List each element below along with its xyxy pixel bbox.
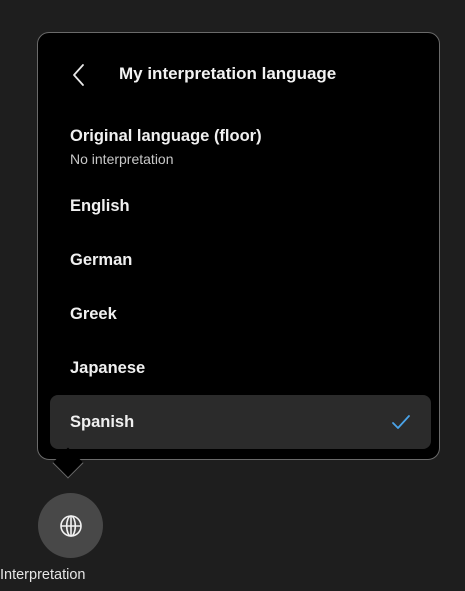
language-option-label: Spanish [70, 412, 135, 431]
language-option-german[interactable]: German [50, 233, 431, 287]
app-stage: My interpretation language Original lang… [0, 0, 465, 591]
language-option-sublabel: No interpretation [70, 151, 174, 167]
back-button[interactable] [66, 61, 92, 89]
language-option-label: Japanese [70, 358, 146, 377]
chevron-left-icon [73, 64, 84, 86]
popover-header: My interpretation language [38, 55, 439, 95]
language-list: Original language (floor) No interpretat… [50, 113, 431, 449]
interpretation-label: Interpretation [0, 567, 86, 583]
interpretation-button[interactable] [38, 493, 103, 558]
interpretation-language-popover: My interpretation language Original lang… [37, 32, 440, 460]
language-option-label: German [70, 250, 133, 269]
globe-icon [59, 514, 82, 537]
language-option-greek[interactable]: Greek [50, 287, 431, 341]
language-option-spanish[interactable]: Spanish [50, 395, 431, 449]
language-option-original[interactable]: Original language (floor) No interpretat… [50, 113, 431, 179]
language-option-label: English [70, 196, 130, 215]
language-option-label: Greek [70, 304, 117, 323]
language-option-english[interactable]: English [50, 179, 431, 233]
checkmark-icon [392, 415, 410, 429]
language-option-label: Original language (floor) [70, 127, 262, 145]
language-option-japanese[interactable]: Japanese [50, 341, 431, 395]
popover-title: My interpretation language [119, 64, 337, 83]
